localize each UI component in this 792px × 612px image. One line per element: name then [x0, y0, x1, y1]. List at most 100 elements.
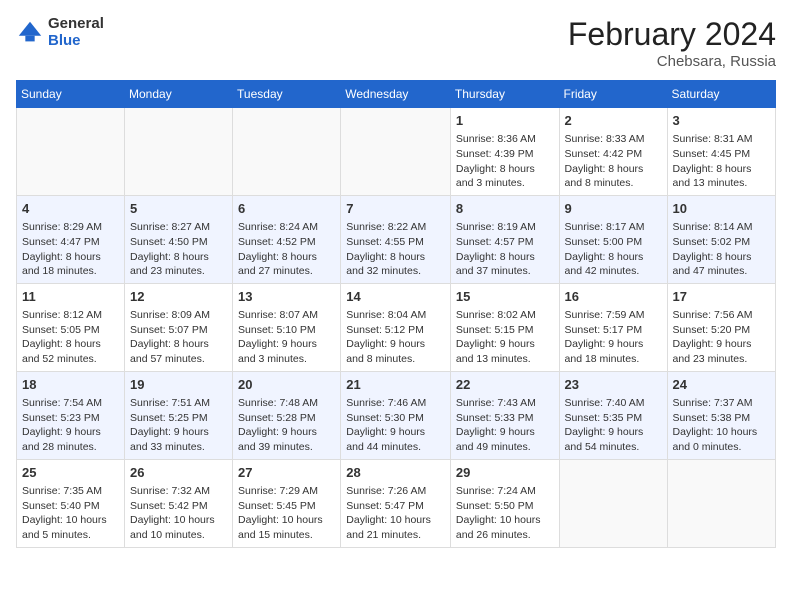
calendar-cell: 25Sunrise: 7:35 AMSunset: 5:40 PMDayligh…	[17, 459, 125, 547]
cell-text-line: Sunrise: 7:48 AM	[238, 396, 335, 411]
cell-text-line: Sunrise: 8:29 AM	[22, 220, 119, 235]
cell-text-line: Sunset: 5:47 PM	[346, 499, 445, 514]
calendar-cell: 5 Sunrise: 8:27 AMSunset: 4:50 PMDaylight…	[125, 195, 233, 283]
calendar-week-row: 11Sunrise: 8:12 AMSunset: 5:05 PMDayligh…	[17, 283, 776, 371]
day-number: 5	[130, 200, 227, 218]
cell-text-line: and 54 minutes.	[565, 440, 662, 455]
cell-text-line: and 47 minutes.	[673, 264, 770, 279]
cell-text-line: Sunset: 4:45 PM	[673, 147, 770, 162]
cell-text-line: Sunrise: 7:29 AM	[238, 484, 335, 499]
day-number: 29	[456, 464, 554, 482]
cell-text-line: Sunset: 5:30 PM	[346, 411, 445, 426]
cell-text-line: Sunset: 5:38 PM	[673, 411, 770, 426]
cell-text-line: Sunset: 5:15 PM	[456, 323, 554, 338]
weekday-row: SundayMondayTuesdayWednesdayThursdayFrid…	[17, 81, 776, 108]
cell-text-line: Sunset: 4:55 PM	[346, 235, 445, 250]
cell-text-line: Sunrise: 8:36 AM	[456, 132, 554, 147]
day-number: 25	[22, 464, 119, 482]
day-number: 16	[565, 288, 662, 306]
logo-icon	[16, 19, 44, 47]
cell-text-line: Sunset: 4:50 PM	[130, 235, 227, 250]
day-number: 15	[456, 288, 554, 306]
cell-text-line: Daylight: 8 hours	[346, 250, 445, 265]
cell-text-line: Daylight: 10 hours	[22, 513, 119, 528]
calendar-cell: 7Sunrise: 8:22 AMSunset: 4:55 PMDaylight…	[341, 195, 451, 283]
cell-text-line: Daylight: 8 hours	[130, 250, 227, 265]
cell-text-line: Daylight: 9 hours	[565, 337, 662, 352]
cell-text-line: Sunrise: 8:12 AM	[22, 308, 119, 323]
calendar-cell: 24 Sunrise: 7:37 AMSunset: 5:38 PMDayligh…	[667, 371, 775, 459]
calendar-cell: 26Sunrise: 7:32 AMSunset: 5:42 PMDayligh…	[125, 459, 233, 547]
cell-text-line: Sunset: 4:57 PM	[456, 235, 554, 250]
cell-text-line: Sunrise: 8:27 AM	[130, 220, 227, 235]
cell-text-line: and 33 minutes.	[130, 440, 227, 455]
cell-text-line: Daylight: 8 hours	[22, 337, 119, 352]
calendar-cell: 18Sunrise: 7:54 AMSunset: 5:23 PMDayligh…	[17, 371, 125, 459]
day-number: 27	[238, 464, 335, 482]
weekday-header: Saturday	[667, 81, 775, 108]
cell-text-line: Daylight: 9 hours	[346, 425, 445, 440]
cell-text-line: Daylight: 8 hours	[238, 250, 335, 265]
weekday-header: Sunday	[17, 81, 125, 108]
calendar-cell: 3Sunrise: 8:31 AMSunset: 4:45 PMDaylight…	[667, 108, 775, 196]
cell-text-line: Daylight: 10 hours	[456, 513, 554, 528]
calendar-cell: 1Sunrise: 8:36 AMSunset: 4:39 PMDaylight…	[450, 108, 559, 196]
day-number: 24	[673, 376, 770, 394]
day-number: 19	[130, 376, 227, 394]
calendar-cell	[667, 459, 775, 547]
calendar-week-row: 1Sunrise: 8:36 AMSunset: 4:39 PMDaylight…	[17, 108, 776, 196]
cell-text-line: Sunrise: 7:51 AM	[130, 396, 227, 411]
cell-text-line: Sunrise: 7:54 AM	[22, 396, 119, 411]
logo[interactable]: General Blue	[16, 16, 104, 49]
cell-text-line: Sunrise: 7:56 AM	[673, 308, 770, 323]
day-number: 28	[346, 464, 445, 482]
cell-text-line: Sunrise: 8:14 AM	[673, 220, 770, 235]
cell-text-line: Sunrise: 7:26 AM	[346, 484, 445, 499]
cell-text-line: Sunrise: 8:33 AM	[565, 132, 662, 147]
cell-text-line: Sunrise: 7:40 AM	[565, 396, 662, 411]
cell-text-line: Sunrise: 8:31 AM	[673, 132, 770, 147]
logo-text: General Blue	[48, 16, 104, 49]
cell-text-line: Sunset: 5:17 PM	[565, 323, 662, 338]
day-number: 2	[565, 112, 662, 130]
weekday-header: Tuesday	[233, 81, 341, 108]
cell-text-line: Sunset: 4:47 PM	[22, 235, 119, 250]
cell-text-line: Daylight: 9 hours	[346, 337, 445, 352]
day-number: 12	[130, 288, 227, 306]
cell-text-line: Sunrise: 7:37 AM	[673, 396, 770, 411]
calendar-cell: 14Sunrise: 8:04 AMSunset: 5:12 PMDayligh…	[341, 283, 451, 371]
cell-text-line: Sunset: 5:07 PM	[130, 323, 227, 338]
weekday-header: Wednesday	[341, 81, 451, 108]
day-number: 4	[22, 200, 119, 218]
cell-text-line: Sunrise: 8:04 AM	[346, 308, 445, 323]
cell-text-line: and 15 minutes.	[238, 528, 335, 543]
cell-text-line: Daylight: 10 hours	[673, 425, 770, 440]
cell-text-line: Sunrise: 7:59 AM	[565, 308, 662, 323]
logo-blue: Blue	[48, 33, 104, 50]
calendar-cell: 23Sunrise: 7:40 AMSunset: 5:35 PMDayligh…	[559, 371, 667, 459]
calendar-cell: 8Sunrise: 8:19 AMSunset: 4:57 PMDaylight…	[450, 195, 559, 283]
cell-text-line: Daylight: 9 hours	[238, 337, 335, 352]
day-number: 21	[346, 376, 445, 394]
cell-text-line: Daylight: 9 hours	[238, 425, 335, 440]
cell-text-line: Daylight: 8 hours	[673, 162, 770, 177]
day-number: 8	[456, 200, 554, 218]
cell-text-line: Daylight: 9 hours	[565, 425, 662, 440]
calendar-header: SundayMondayTuesdayWednesdayThursdayFrid…	[17, 81, 776, 108]
cell-text-line: and 23 minutes.	[130, 264, 227, 279]
cell-text-line: Sunset: 5:28 PM	[238, 411, 335, 426]
calendar-cell: 21Sunrise: 7:46 AMSunset: 5:30 PMDayligh…	[341, 371, 451, 459]
cell-text-line: Sunrise: 8:17 AM	[565, 220, 662, 235]
calendar-cell: 4Sunrise: 8:29 AMSunset: 4:47 PMDaylight…	[17, 195, 125, 283]
cell-text-line: and 3 minutes.	[238, 352, 335, 367]
day-number: 7	[346, 200, 445, 218]
calendar-cell: 19Sunrise: 7:51 AMSunset: 5:25 PMDayligh…	[125, 371, 233, 459]
cell-text-line: Daylight: 8 hours	[456, 250, 554, 265]
day-number: 14	[346, 288, 445, 306]
cell-text-line: Daylight: 9 hours	[456, 337, 554, 352]
location: Chebsara, Russia	[568, 53, 776, 70]
cell-text-line: and 10 minutes.	[130, 528, 227, 543]
cell-text-line: and 23 minutes.	[673, 352, 770, 367]
day-number: 20	[238, 376, 335, 394]
calendar-cell: 13Sunrise: 8:07 AMSunset: 5:10 PMDayligh…	[233, 283, 341, 371]
